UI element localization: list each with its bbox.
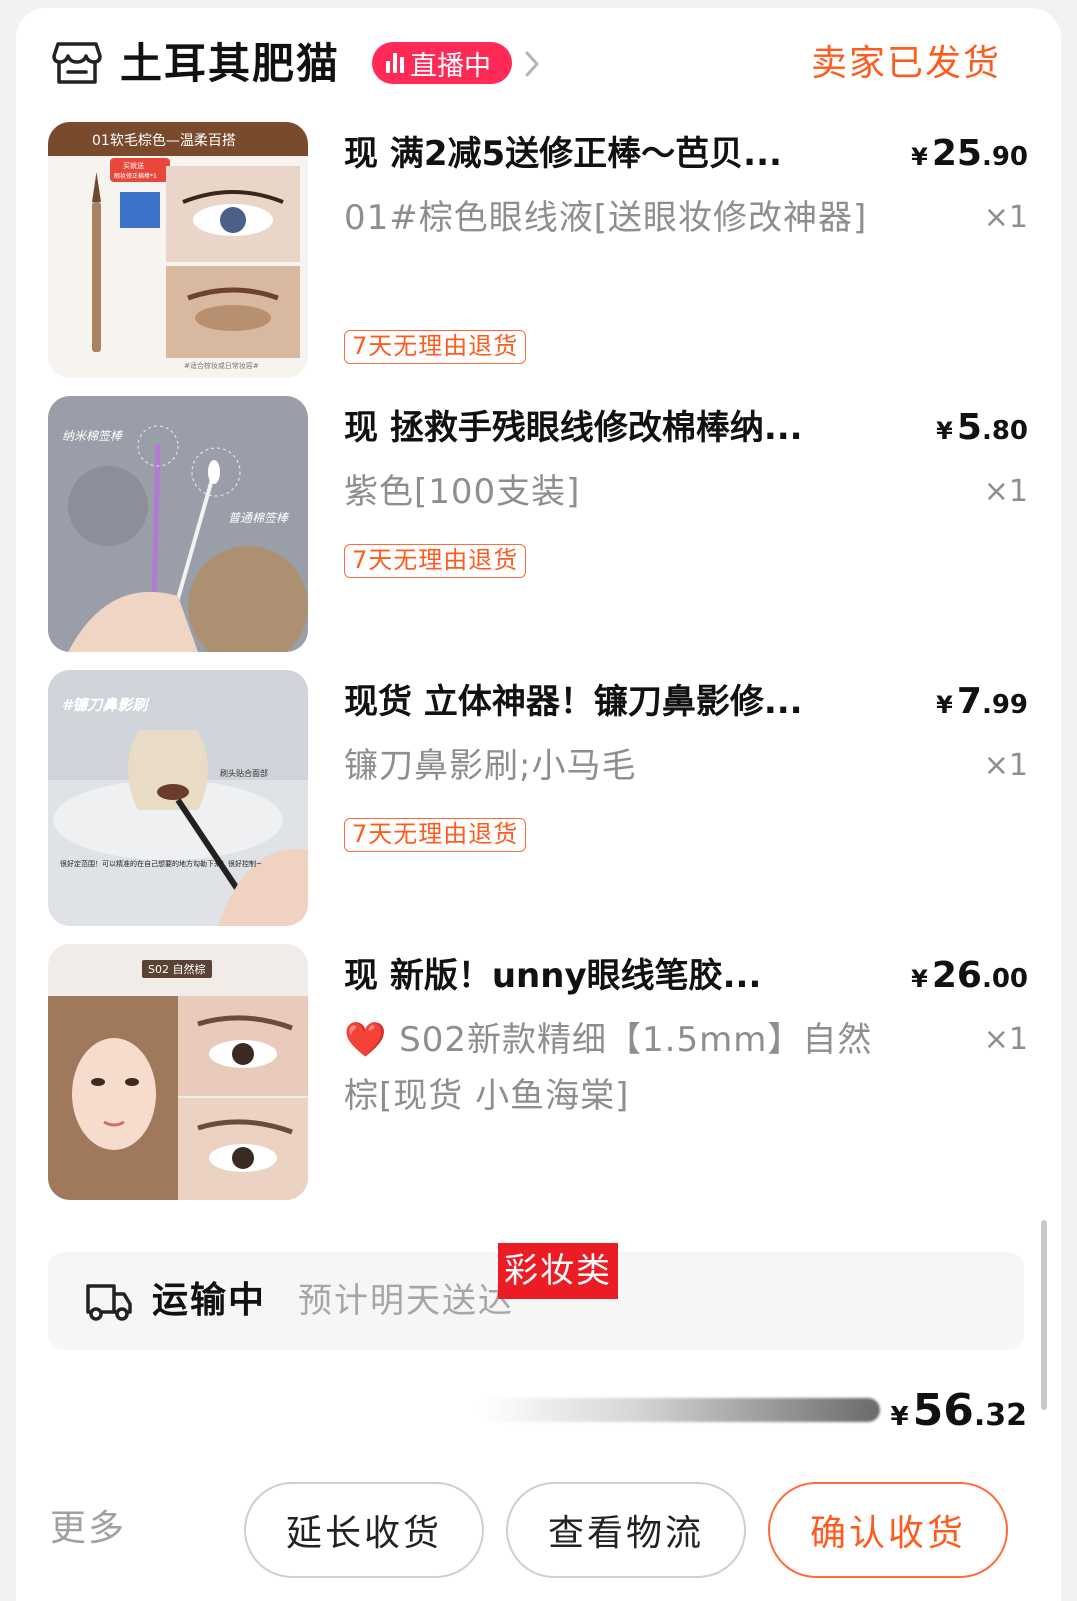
view-logistics-button[interactable]: 查看物流 xyxy=(506,1482,746,1578)
order-item[interactable]: #镰刀鼻影刷 刷头贴合面部 很好定范围！可以精准的在自己想要的地方勾勒下来！很好… xyxy=(48,670,1038,926)
order-status: 卖家已发货 xyxy=(810,43,1001,84)
item-title[interactable]: 现货 立体神器！镰刀鼻影修... xyxy=(344,678,884,726)
svg-text:买就送: 买就送 xyxy=(123,161,144,170)
product-thumbnail[interactable]: 纳米棉签棒 普通棉签棒 xyxy=(48,396,308,652)
item-quantity: ×1 xyxy=(983,474,1028,509)
chevron-right-icon[interactable] xyxy=(522,50,542,78)
shipping-eta: 预计明天送达 xyxy=(298,1281,514,1321)
svg-text:S02 自然棕: S02 自然棕 xyxy=(148,962,205,976)
order-item[interactable]: 01软毛棕色—温柔百搭 买就送 眼妆修正棉棒*1 #适合棕妆或日常妆容# 现 满… xyxy=(48,122,1038,378)
item-price: ¥5.80 xyxy=(936,407,1028,448)
product-thumbnail[interactable]: S02 自然棕 xyxy=(48,944,308,1200)
more-button[interactable]: 更多 xyxy=(50,1504,126,1554)
thumb-caption: 01软毛棕色—温柔百搭 xyxy=(92,132,236,149)
extend-receipt-button[interactable]: 延长收货 xyxy=(244,1482,484,1578)
order-item[interactable]: 纳米棉签棒 普通棉签棒 现 拯救手残眼线修改棉棒纳... ¥5.80 紫色[10… xyxy=(48,396,1038,652)
order-total: ¥56.32 xyxy=(890,1385,1027,1436)
svg-text:纳米棉签棒: 纳米棉签棒 xyxy=(62,429,124,443)
item-spec-text: S02新款精细【1.5mm】自然棕[现货 小鱼海棠] xyxy=(344,1020,873,1116)
svg-text:普通棉签棒: 普通棉签棒 xyxy=(228,511,290,525)
return-policy-tag: 7天无理由退货 xyxy=(344,818,527,852)
store-name[interactable]: 土耳其肥猫 xyxy=(120,38,340,90)
live-badge[interactable]: 直播中 xyxy=(372,42,512,84)
product-thumbnail[interactable]: 01软毛棕色—温柔百搭 买就送 眼妆修正棉棒*1 #适合棕妆或日常妆容# xyxy=(48,122,308,378)
svg-text:#镰刀鼻影刷: #镰刀鼻影刷 xyxy=(62,696,150,714)
category-overlay-tag: 彩妆类 xyxy=(498,1243,618,1299)
item-price: ¥25.90 xyxy=(911,133,1028,174)
item-quantity: ×1 xyxy=(983,200,1028,235)
item-spec: 紫色[100支装] xyxy=(344,472,581,512)
return-policy-tag: 7天无理由退货 xyxy=(344,544,527,578)
item-spec: 01#棕色眼线液[送眼妆修改神器] xyxy=(344,198,868,238)
live-label: 直播中 xyxy=(410,50,491,82)
item-quantity: ×1 xyxy=(983,1022,1028,1057)
truck-icon xyxy=(86,1284,132,1321)
item-title[interactable]: 现 拯救手残眼线修改棉棒纳... xyxy=(344,404,884,452)
product-thumbnail[interactable]: #镰刀鼻影刷 刷头贴合面部 很好定范围！可以精准的在自己想要的地方勾勒下来！很好… xyxy=(48,670,308,926)
svg-text:很好定范围！可以精准的在自己想要的地方勾勒下来！很好控制~: 很好定范围！可以精准的在自己想要的地方勾勒下来！很好控制~ xyxy=(60,859,262,868)
order-item[interactable]: S02 自然棕 现 新版！unny眼线笔胶... ¥26.00 ❤️ S02新款… xyxy=(48,944,1038,1200)
live-bars-icon xyxy=(386,53,404,73)
redacted-text xyxy=(480,1398,880,1422)
item-spec: ❤️ S02新款精细【1.5mm】自然棕[现货 小鱼海棠] xyxy=(344,1012,884,1124)
item-price: ¥26.00 xyxy=(911,955,1028,996)
item-title[interactable]: 现 新版！unny眼线笔胶... xyxy=(344,952,884,1000)
heart-icon: ❤️ xyxy=(344,1020,388,1060)
shipping-status: 运输中 xyxy=(152,1280,267,1321)
item-quantity: ×1 xyxy=(983,748,1028,783)
svg-text:眼妆修正棉棒*1: 眼妆修正棉棒*1 xyxy=(114,172,157,180)
svg-text:刷头贴合面部: 刷头贴合面部 xyxy=(220,768,268,778)
confirm-receipt-button[interactable]: 确认收货 xyxy=(768,1482,1008,1578)
scrollbar[interactable] xyxy=(1041,1220,1047,1410)
item-title[interactable]: 现 满2减5送修正棒～芭贝... xyxy=(344,130,884,178)
item-spec: 镰刀鼻影刷;小马毛 xyxy=(344,746,637,786)
item-price: ¥7.99 xyxy=(936,681,1028,722)
store-icon xyxy=(52,42,102,84)
svg-text:#适合棕妆或日常妆容#: #适合棕妆或日常妆容# xyxy=(184,361,259,370)
return-policy-tag: 7天无理由退货 xyxy=(344,330,527,364)
